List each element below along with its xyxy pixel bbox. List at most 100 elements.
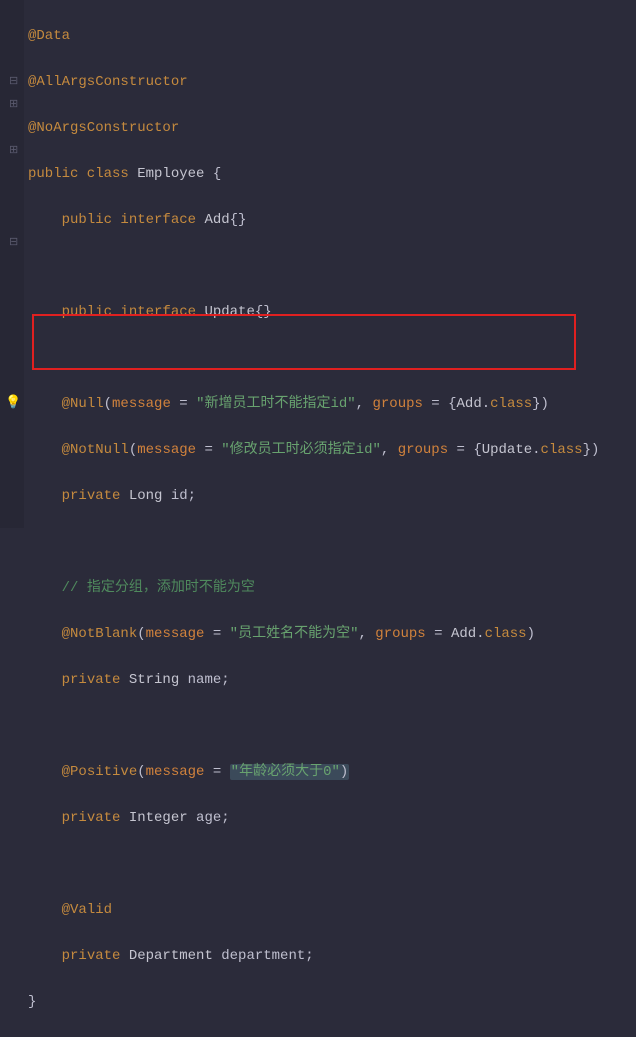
code-line: @NotNull(message = "修改员工时必须指定id", groups…: [28, 439, 599, 462]
code-line: [28, 531, 599, 554]
punct: ;: [305, 948, 313, 964]
code-line: @Null(message = "新增员工时不能指定id", groups = …: [28, 393, 599, 416]
field-name: age: [196, 810, 221, 826]
punct: (: [137, 626, 145, 642]
punct: ): [340, 764, 348, 780]
type-name: Add: [451, 626, 476, 642]
keyword: class: [490, 396, 532, 412]
code-line: }: [28, 991, 599, 1014]
brace: {: [204, 166, 221, 182]
param-name: message: [146, 764, 205, 780]
annotation: @Valid: [62, 902, 112, 918]
punct: }): [532, 396, 549, 412]
fold-icon[interactable]: ⊞: [9, 146, 18, 157]
keyword: class: [541, 442, 583, 458]
code-line: [28, 715, 599, 738]
code-line: @Valid: [28, 899, 599, 922]
param-name: message: [137, 442, 196, 458]
field-name: department: [221, 948, 305, 964]
punct: =: [171, 396, 196, 412]
type-name: Update: [482, 442, 532, 458]
string: "年龄必须大于0": [231, 764, 340, 780]
param-name: message: [146, 626, 205, 642]
punct: = {: [448, 442, 482, 458]
punct: ,: [381, 442, 398, 458]
brace: {}: [230, 212, 247, 228]
class-name: Employee: [137, 166, 204, 182]
code-line: @NotBlank(message = "员工姓名不能为空", groups =…: [28, 623, 599, 646]
code-line: @Data: [28, 25, 599, 48]
code-editor[interactable]: @Data @AllArgsConstructor @NoArgsConstru…: [28, 2, 599, 1037]
punct: =: [426, 626, 451, 642]
string: "修改员工时必须指定id": [221, 442, 381, 458]
punct: ;: [221, 810, 229, 826]
punct: ;: [188, 488, 196, 504]
editor-gutter: ⊟ ⊞ ⊞ ⊟ 💡: [0, 0, 24, 528]
field-name: id: [171, 488, 188, 504]
punct: =: [196, 442, 221, 458]
type-name: String: [129, 672, 188, 688]
annotation: @NotBlank: [62, 626, 138, 642]
type-name: Update: [204, 304, 254, 320]
punct: .: [482, 396, 490, 412]
code-line: private Department department;: [28, 945, 599, 968]
comment: // 指定分组，添加时不能为空: [62, 580, 255, 596]
param-name: groups: [372, 396, 422, 412]
param-name: message: [112, 396, 171, 412]
annotation: @AllArgsConstructor: [28, 74, 188, 90]
string: "新增员工时不能指定id": [196, 396, 356, 412]
code-line: public class Employee {: [28, 163, 599, 186]
param-name: groups: [398, 442, 448, 458]
type-name: Department: [129, 948, 221, 964]
annotation: @Positive: [62, 764, 138, 780]
keyword: private: [62, 488, 129, 504]
keyword: public interface: [62, 212, 205, 228]
brace: {}: [255, 304, 272, 320]
code-line: private Long id;: [28, 485, 599, 508]
code-line: [28, 255, 599, 278]
punct: ): [527, 626, 535, 642]
field-name: name: [188, 672, 222, 688]
fold-icon[interactable]: ⊞: [9, 100, 18, 111]
keyword: public interface: [62, 304, 205, 320]
type-name: Integer: [129, 810, 196, 826]
code-line: @Positive(message = "年龄必须大于0"): [28, 761, 599, 784]
intention-bulb-icon[interactable]: 💡: [5, 396, 21, 409]
fold-icon[interactable]: ⊟: [9, 77, 18, 88]
string: "员工姓名不能为空": [230, 626, 359, 642]
punct: (: [104, 396, 112, 412]
code-line: // 指定分组，添加时不能为空: [28, 577, 599, 600]
punct: }): [583, 442, 600, 458]
code-line: public interface Add{}: [28, 209, 599, 232]
annotation: @NoArgsConstructor: [28, 120, 179, 136]
code-line: private String name;: [28, 669, 599, 692]
annotation: @Data: [28, 28, 70, 44]
punct: ,: [358, 626, 375, 642]
type-name: Add: [204, 212, 229, 228]
punct: =: [204, 764, 229, 780]
code-line: [28, 347, 599, 370]
punct: =: [204, 626, 229, 642]
fold-icon[interactable]: ⊟: [9, 238, 18, 249]
keyword: class: [485, 626, 527, 642]
keyword: private: [62, 672, 129, 688]
annotation: @Null: [62, 396, 104, 412]
code-line: @AllArgsConstructor: [28, 71, 599, 94]
code-line: [28, 853, 599, 876]
code-line: public interface Update{}: [28, 301, 599, 324]
punct: .: [532, 442, 540, 458]
punct: (: [129, 442, 137, 458]
type-name: Long: [129, 488, 171, 504]
punct: = {: [423, 396, 457, 412]
punct: .: [476, 626, 484, 642]
code-line: @NoArgsConstructor: [28, 117, 599, 140]
annotation: @NotNull: [62, 442, 129, 458]
type-name: Add: [457, 396, 482, 412]
param-name: groups: [375, 626, 425, 642]
keyword: public class: [28, 166, 137, 182]
keyword: private: [62, 810, 129, 826]
brace: }: [28, 994, 36, 1010]
punct: (: [137, 764, 145, 780]
code-line: private Integer age;: [28, 807, 599, 830]
punct: ;: [221, 672, 229, 688]
